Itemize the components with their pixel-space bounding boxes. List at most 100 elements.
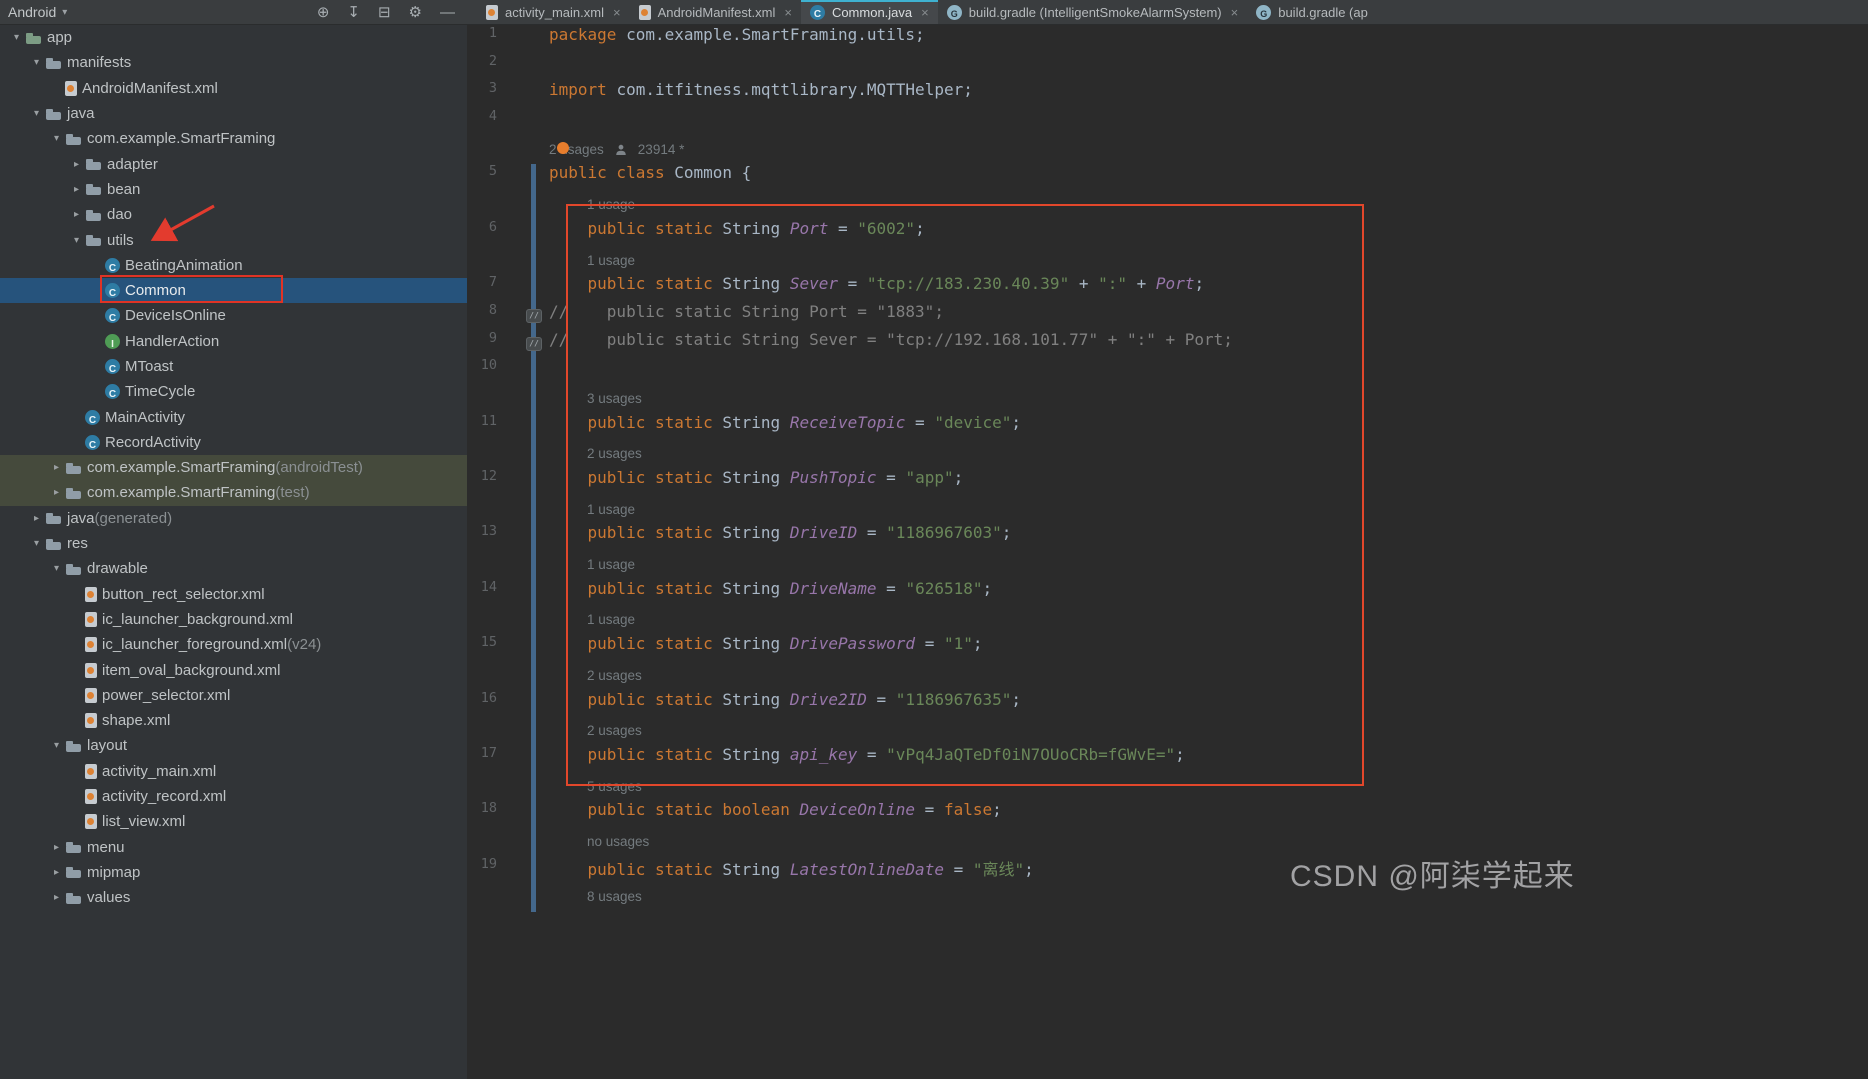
code-text[interactable]: public static String ReceiveTopic = "dev… — [549, 413, 1021, 432]
tree-item-timecycle[interactable]: TimeCycle — [0, 379, 467, 404]
collapse-all-icon[interactable]: ⊟ — [378, 3, 391, 21]
line-number[interactable]: 13 — [467, 523, 497, 539]
tree-item-activity-record-xml[interactable]: activity_record.xml — [0, 784, 467, 809]
tree-item-mainactivity[interactable]: MainActivity — [0, 404, 467, 429]
tree-item-recordactivity[interactable]: RecordActivity — [0, 430, 467, 455]
tree-item-item-oval-background-xml[interactable]: item_oval_background.xml — [0, 657, 467, 682]
editor-tab-build-gradle-ap[interactable]: build.gradle (ap — [1247, 0, 1377, 24]
line-number[interactable]: 14 — [467, 579, 497, 595]
usage-hint[interactable]: 1 usage — [587, 191, 635, 219]
tree-item-power-selector-xml[interactable]: power_selector.xml — [0, 683, 467, 708]
tree-item-java[interactable]: ▾java — [0, 101, 467, 126]
code-text[interactable]: package com.example.SmartFraming.utils; — [549, 25, 925, 44]
chevron-expanded-icon[interactable]: ▾ — [28, 57, 45, 68]
code-text[interactable]: public static String PushTopic = "app"; — [549, 468, 963, 487]
chevron-collapsed-icon[interactable]: ▸ — [68, 159, 85, 170]
tree-item-beatinganimation[interactable]: BeatingAnimation — [0, 253, 467, 278]
tree-item-java-generated[interactable]: ▸java (generated) — [0, 506, 467, 531]
chevron-collapsed-icon[interactable]: ▸ — [28, 513, 45, 524]
usage-hint[interactable]: 2 usages — [587, 662, 642, 690]
tree-item-activity-main-xml[interactable]: activity_main.xml — [0, 759, 467, 784]
usage-hint[interactable]: 2 usages — [587, 440, 642, 468]
line-number[interactable]: 19 — [467, 856, 497, 872]
usage-hint[interactable]: 1 usage — [587, 551, 635, 579]
chevron-expanded-icon[interactable]: ▾ — [48, 740, 65, 751]
tree-item-handleraction[interactable]: HandlerAction — [0, 329, 467, 354]
line-number[interactable]: 2 — [467, 53, 497, 69]
usage-hint[interactable]: no usages — [587, 828, 649, 856]
tab-close-icon[interactable]: × — [784, 5, 792, 20]
comment-fold-icon[interactable]: // — [526, 337, 542, 351]
usage-hint[interactable]: 5 usages — [587, 773, 642, 801]
scroll-to-source-icon[interactable]: ↧ — [347, 3, 360, 21]
tree-item-values[interactable]: ▸values — [0, 885, 467, 910]
code-editor[interactable]: 1 package com.example.SmartFraming.utils;… — [467, 25, 1868, 1079]
settings-gear-icon[interactable]: ⚙ — [409, 3, 422, 21]
code-text[interactable]: public static boolean DeviceOnline = fal… — [549, 800, 1002, 819]
tree-item-layout[interactable]: ▾layout — [0, 733, 467, 758]
usage-hint[interactable]: 1 usage — [587, 247, 635, 275]
usage-hint[interactable]: 8 usages — [587, 883, 642, 911]
locate-file-icon[interactable]: ⊕ — [317, 3, 330, 21]
code-text[interactable]: // public static String Port = "1883"; — [549, 302, 944, 321]
tree-item-mipmap[interactable]: ▸mipmap — [0, 860, 467, 885]
usage-hint[interactable]: 1 usage — [587, 606, 635, 634]
chevron-collapsed-icon[interactable]: ▸ — [48, 892, 65, 903]
chevron-collapsed-icon[interactable]: ▸ — [48, 842, 65, 853]
tree-item-utils[interactable]: ▾utils — [0, 227, 467, 252]
comment-fold-icon[interactable]: // — [526, 309, 542, 323]
line-number[interactable]: 5 — [467, 163, 497, 179]
code-text[interactable]: // public static String Sever = "tcp://1… — [549, 330, 1233, 349]
tree-item-mtoast[interactable]: MToast — [0, 354, 467, 379]
line-number[interactable]: 1 — [467, 25, 497, 41]
tree-item-dao[interactable]: ▸dao — [0, 202, 467, 227]
project-view-selector[interactable]: Android ▾ — [8, 4, 67, 20]
tree-item-ic-launcher-background-xml[interactable]: ic_launcher_background.xml — [0, 607, 467, 632]
tab-close-icon[interactable]: × — [1231, 5, 1239, 20]
hide-panel-icon[interactable]: — — [440, 4, 455, 21]
chevron-expanded-icon[interactable]: ▾ — [28, 538, 45, 549]
tree-item-deviceisonline[interactable]: DeviceIsOnline — [0, 303, 467, 328]
tree-item-app[interactable]: ▾app — [0, 25, 467, 50]
line-number[interactable]: 8 — [467, 302, 497, 318]
code-text[interactable]: public static String api_key = "vPq4JaQT… — [549, 745, 1185, 764]
tree-item-bean[interactable]: ▸bean — [0, 177, 467, 202]
chevron-expanded-icon[interactable]: ▾ — [68, 235, 85, 246]
chevron-collapsed-icon[interactable]: ▸ — [48, 462, 65, 473]
tree-item-com-example-smartframing[interactable]: ▾com.example.SmartFraming — [0, 126, 467, 151]
editor-tab-common-java[interactable]: Common.java× — [801, 0, 938, 24]
line-number[interactable]: 6 — [467, 219, 497, 235]
tree-item-com-example-smartframing-test[interactable]: ▸com.example.SmartFraming (test) — [0, 480, 467, 505]
code-text[interactable]: public static String Sever = "tcp://183.… — [549, 274, 1204, 293]
line-number[interactable]: 16 — [467, 690, 497, 706]
code-text[interactable]: public static String DriveID = "11869676… — [549, 523, 1011, 542]
tree-item-res[interactable]: ▾res — [0, 531, 467, 556]
line-number[interactable]: 12 — [467, 468, 497, 484]
tree-item-menu[interactable]: ▸menu — [0, 835, 467, 860]
project-tree[interactable]: ▾app▾manifestsAndroidManifest.xml▾java▾c… — [0, 25, 468, 1079]
tree-item-common[interactable]: Common — [0, 278, 467, 303]
tree-item-button-rect-selector-xml[interactable]: button_rect_selector.xml — [0, 582, 467, 607]
usage-hint[interactable]: 3 usages — [587, 385, 642, 413]
tab-close-icon[interactable]: × — [921, 5, 929, 20]
code-text[interactable]: public class Common { — [549, 163, 751, 182]
tree-item-list-view-xml[interactable]: list_view.xml — [0, 809, 467, 834]
line-number[interactable]: 4 — [467, 108, 497, 124]
chevron-expanded-icon[interactable]: ▾ — [28, 108, 45, 119]
tree-item-com-example-smartframing-androidtest[interactable]: ▸com.example.SmartFraming (androidTest) — [0, 455, 467, 480]
chevron-collapsed-icon[interactable]: ▸ — [68, 209, 85, 220]
line-number[interactable]: 11 — [467, 413, 497, 429]
editor-tab-activity-main-xml[interactable]: activity_main.xml× — [477, 0, 630, 24]
tree-item-androidmanifest-xml[interactable]: AndroidManifest.xml — [0, 76, 467, 101]
code-text[interactable]: public static String Port = "6002"; — [549, 219, 925, 238]
tree-item-manifests[interactable]: ▾manifests — [0, 50, 467, 75]
chevron-collapsed-icon[interactable]: ▸ — [48, 487, 65, 498]
code-text[interactable]: public static String Drive2ID = "1186967… — [549, 690, 1021, 709]
code-text[interactable]: public static String LatestOnlineDate = … — [549, 856, 1034, 880]
line-number[interactable]: 9 — [467, 330, 497, 346]
line-number[interactable]: 7 — [467, 274, 497, 290]
line-number[interactable]: 18 — [467, 800, 497, 816]
line-number[interactable]: 17 — [467, 745, 497, 761]
tree-item-shape-xml[interactable]: shape.xml — [0, 708, 467, 733]
chevron-expanded-icon[interactable]: ▾ — [48, 133, 65, 144]
